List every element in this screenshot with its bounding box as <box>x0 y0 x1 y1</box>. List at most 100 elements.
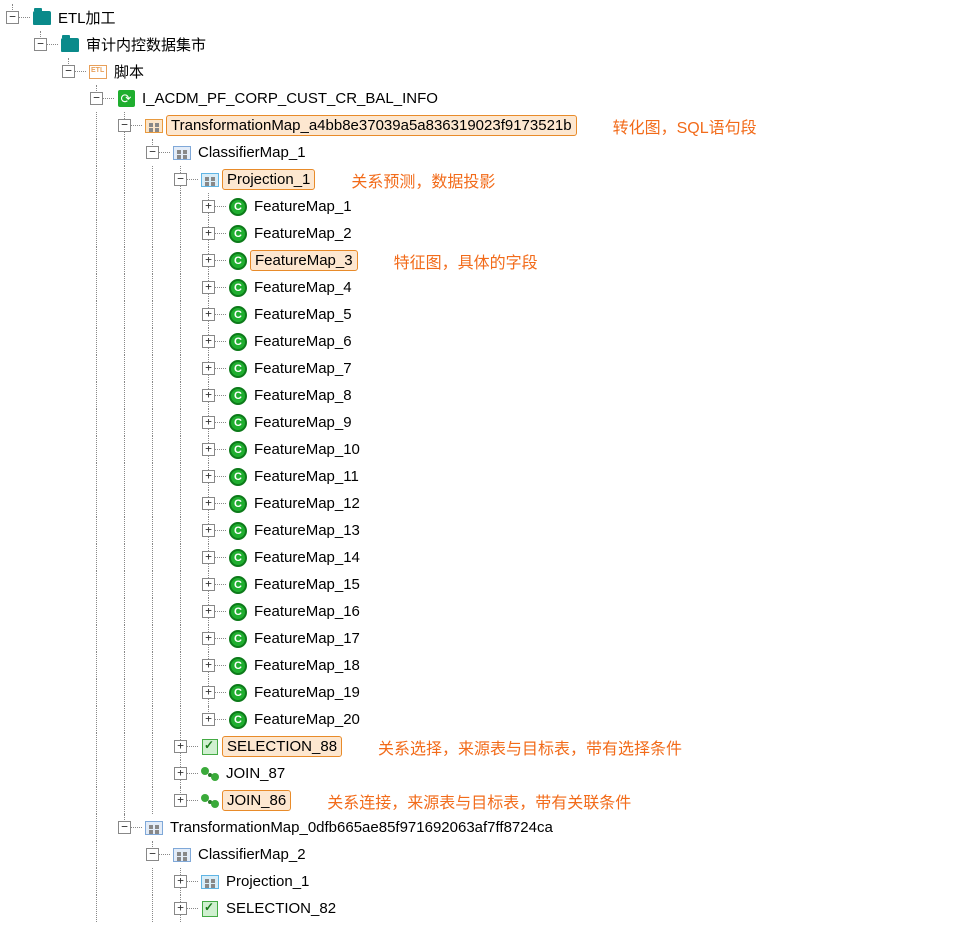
featuremap-icon: C <box>228 252 248 269</box>
tree-node-cmap[interactable]: ClassifierMap_2 <box>194 845 310 864</box>
annotation: 关系连接，来源表与目标表，带有关联条件 <box>327 789 631 813</box>
expand-toggle[interactable]: + <box>202 362 215 375</box>
tree-node-featuremap[interactable]: FeatureMap_14 <box>250 548 364 567</box>
expand-toggle[interactable]: − <box>62 65 75 78</box>
expand-toggle[interactable]: + <box>202 524 215 537</box>
tree-node-featuremap[interactable]: FeatureMap_4 <box>250 278 356 297</box>
featuremap-icon: C <box>228 225 248 242</box>
expand-toggle[interactable]: + <box>174 875 187 888</box>
tree-node-featuremap[interactable]: FeatureMap_19 <box>250 683 364 702</box>
tree-node-featuremap[interactable]: FeatureMap_1 <box>250 197 356 216</box>
expand-toggle[interactable]: − <box>118 119 131 132</box>
expand-toggle[interactable]: − <box>174 173 187 186</box>
folder-icon <box>60 36 80 53</box>
tree-node-scripts[interactable]: 脚本 <box>110 60 148 83</box>
expand-toggle[interactable]: + <box>202 389 215 402</box>
projection-icon <box>200 873 220 890</box>
expand-toggle[interactable]: + <box>202 578 215 591</box>
featuremap-icon: C <box>228 198 248 215</box>
featuremap-icon: C <box>228 414 248 431</box>
transformationmap-icon <box>144 819 164 836</box>
tree-node-join[interactable]: JOIN_86 <box>222 790 291 811</box>
tree-node-featuremap[interactable]: FeatureMap_7 <box>250 359 356 378</box>
join-icon <box>200 792 220 809</box>
expand-toggle[interactable]: + <box>202 200 215 213</box>
tree-node-featuremap[interactable]: FeatureMap_5 <box>250 305 356 324</box>
tree-node-featuremap[interactable]: FeatureMap_13 <box>250 521 364 540</box>
tree-node-projection[interactable]: Projection_1 <box>222 872 313 891</box>
tree-node-job[interactable]: I_ACDM_PF_CORP_CUST_CR_BAL_INFO <box>138 89 442 108</box>
featuremap-icon: C <box>228 576 248 593</box>
expand-toggle[interactable]: + <box>202 227 215 240</box>
script-icon <box>88 63 108 80</box>
expand-toggle[interactable]: + <box>202 254 215 267</box>
tree-node-tmap[interactable]: TransformationMap_0dfb665ae85f971692063a… <box>166 818 557 837</box>
expand-toggle[interactable]: + <box>202 497 215 510</box>
featuremap-icon: C <box>228 441 248 458</box>
tree-node-join[interactable]: JOIN_87 <box>222 764 289 783</box>
featuremap-icon: C <box>228 495 248 512</box>
expand-toggle[interactable]: − <box>146 146 159 159</box>
expand-toggle[interactable]: + <box>202 551 215 564</box>
tree-node-featuremap[interactable]: FeatureMap_17 <box>250 629 364 648</box>
expand-toggle[interactable]: + <box>202 443 215 456</box>
featuremap-icon: C <box>228 549 248 566</box>
expand-toggle[interactable]: + <box>202 659 215 672</box>
selection-icon <box>200 900 220 917</box>
expand-toggle[interactable]: + <box>174 767 187 780</box>
expand-toggle[interactable]: − <box>34 38 47 51</box>
tree-node-featuremap[interactable]: FeatureMap_2 <box>250 224 356 243</box>
join-icon <box>200 765 220 782</box>
tree-node-cmap[interactable]: ClassifierMap_1 <box>194 143 310 162</box>
classifiermap-icon <box>172 846 192 863</box>
expand-toggle[interactable]: − <box>146 848 159 861</box>
expand-toggle[interactable]: + <box>202 605 215 618</box>
tree-node-datamart[interactable]: 审计内控数据集市 <box>82 33 210 56</box>
tree-node-tmap[interactable]: TransformationMap_a4bb8e37039a5a83631902… <box>166 115 577 136</box>
tree-node-featuremap[interactable]: FeatureMap_18 <box>250 656 364 675</box>
tree-node-projection[interactable]: Projection_1 <box>222 169 315 190</box>
expand-toggle[interactable]: + <box>202 686 215 699</box>
featuremap-icon: C <box>228 684 248 701</box>
expand-toggle[interactable]: + <box>202 713 215 726</box>
expand-toggle[interactable]: + <box>202 470 215 483</box>
tree-node-featuremap[interactable]: FeatureMap_6 <box>250 332 356 351</box>
tree-node-featuremap[interactable]: FeatureMap_20 <box>250 710 364 729</box>
featuremap-icon: C <box>228 333 248 350</box>
expand-toggle[interactable]: − <box>118 821 131 834</box>
tree-node-featuremap[interactable]: FeatureMap_10 <box>250 440 364 459</box>
expand-toggle[interactable]: + <box>202 632 215 645</box>
tree-node-featuremap[interactable]: FeatureMap_9 <box>250 413 356 432</box>
tree-node-featuremap[interactable]: FeatureMap_12 <box>250 494 364 513</box>
expand-toggle[interactable]: + <box>202 335 215 348</box>
folder-icon <box>32 9 52 26</box>
featuremap-icon: C <box>228 360 248 377</box>
featuremap-icon: C <box>228 711 248 728</box>
refresh-icon: ⟳ <box>116 90 136 107</box>
projection-icon <box>200 171 220 188</box>
featuremap-icon: C <box>228 279 248 296</box>
expand-toggle[interactable]: + <box>174 740 187 753</box>
expand-toggle[interactable]: + <box>202 416 215 429</box>
featuremap-icon: C <box>228 603 248 620</box>
expand-toggle[interactable]: + <box>174 794 187 807</box>
tree-node-selection[interactable]: SELECTION_82 <box>222 899 340 918</box>
tree-node-featuremap[interactable]: FeatureMap_11 <box>250 467 363 486</box>
annotation: 特征图，具体的字段 <box>394 249 538 273</box>
tree-node-featuremap[interactable]: FeatureMap_3 <box>250 250 358 271</box>
tree-node-featuremap[interactable]: FeatureMap_15 <box>250 575 364 594</box>
tree-node-featuremap[interactable]: FeatureMap_8 <box>250 386 356 405</box>
expand-toggle[interactable]: − <box>6 11 19 24</box>
transformationmap-icon <box>144 117 164 134</box>
expand-toggle[interactable]: + <box>202 281 215 294</box>
expand-toggle[interactable]: + <box>174 902 187 915</box>
featuremap-icon: C <box>228 468 248 485</box>
featuremap-icon: C <box>228 522 248 539</box>
tree-node-root[interactable]: ETL加工 <box>54 6 120 29</box>
featuremap-icon: C <box>228 387 248 404</box>
tree-node-featuremap[interactable]: FeatureMap_16 <box>250 602 364 621</box>
expand-toggle[interactable]: + <box>202 308 215 321</box>
expand-toggle[interactable]: − <box>90 92 103 105</box>
featuremap-icon: C <box>228 306 248 323</box>
tree-node-selection[interactable]: SELECTION_88 <box>222 736 342 757</box>
